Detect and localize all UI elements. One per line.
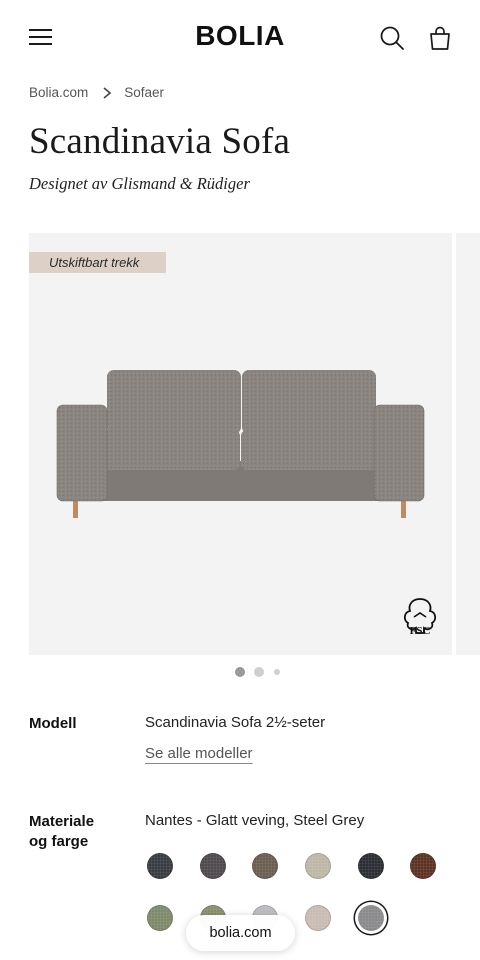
color-swatch-7[interactable] [147,905,173,931]
pagination-dot-2[interactable] [254,667,264,677]
color-swatch-4[interactable] [305,853,331,879]
product-title: Scandinavia Sofa [29,121,291,162]
color-swatch-1[interactable] [147,853,173,879]
breadcrumb-home[interactable]: Bolia.com [29,85,88,100]
color-swatch-6[interactable] [410,853,436,879]
site-header: BOLIA [0,0,480,76]
gallery-pagination [0,666,480,678]
breadcrumb: Bolia.com Sofaer [29,85,164,100]
search-icon[interactable] [378,24,406,52]
pagination-dot-1[interactable] [235,667,245,677]
product-image-gallery[interactable]: Utskiftbart trekk FSC [29,233,452,655]
see-all-models-link[interactable]: Se alle modeller [145,745,253,762]
color-swatch-10[interactable] [305,905,331,931]
color-swatch-11[interactable] [358,905,384,931]
replaceable-cover-badge: Utskiftbart trekk [29,252,166,273]
next-slide-peek [456,233,480,655]
model-label: Modell [29,715,77,732]
chevron-right-icon [100,86,114,100]
fsc-label: FSC [409,625,431,637]
fsc-logo-icon: FSC [398,595,442,643]
color-swatch-2[interactable] [200,853,226,879]
pagination-dot-3[interactable] [274,669,280,675]
sofa-product-image [56,370,425,518]
shopping-bag-icon[interactable] [426,24,454,52]
material-value: Nantes - Glatt veving, Steel Grey [145,812,365,829]
color-swatch-5[interactable] [358,853,384,879]
browser-url-pill[interactable]: bolia.com [186,915,295,951]
material-label: Materiale og farge [29,812,94,852]
material-label-line1: Materiale [29,813,95,830]
bolia-logo[interactable]: BOLIA [195,20,285,51]
model-value: Scandinavia Sofa 2½-seter [145,714,326,731]
breadcrumb-sofaer[interactable]: Sofaer [124,85,164,100]
color-swatch-3[interactable] [252,853,278,879]
material-label-line2: og farge [29,833,89,850]
product-designer: Designet av Glismand & Rüdiger [29,174,250,193]
